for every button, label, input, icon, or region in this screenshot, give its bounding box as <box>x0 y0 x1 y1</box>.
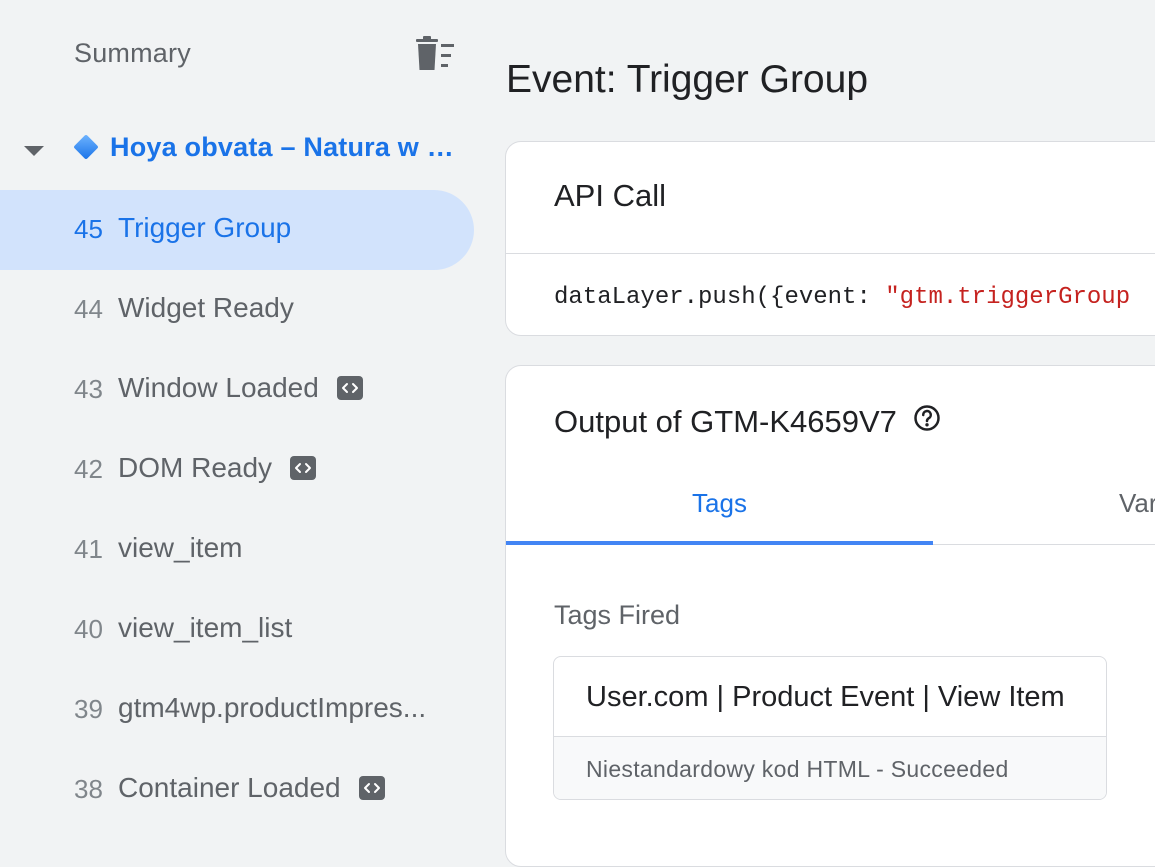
diamond-icon <box>73 134 99 160</box>
code-icon <box>290 455 317 480</box>
code-prefix: dataLayer.push({event: <box>554 284 886 311</box>
help-circle-icon[interactable] <box>913 404 941 440</box>
tags-fired-label: Tags Fired <box>554 600 681 630</box>
fired-tag-card[interactable]: User.com | Product Event | View Item Nie… <box>553 656 1107 800</box>
tag-status: Niestandardowy kod HTML - Succeeded <box>586 756 1009 782</box>
tag-name: User.com | Product Event | View Item <box>586 681 1065 713</box>
event-name-wrap: view_item <box>118 532 242 564</box>
event-number: 39 <box>74 694 103 724</box>
event-number: 41 <box>74 534 103 564</box>
event-item[interactable]: 42 DOM Ready <box>0 430 474 510</box>
event-name: gtm4wp.productImpres... <box>118 692 427 723</box>
page-node[interactable]: Hoya obvata – Natura w Domu <box>0 128 470 172</box>
event-name-wrap: gtm4wp.productImpres... <box>118 692 426 724</box>
summary-row[interactable]: Summary <box>74 36 464 76</box>
event-list: 45 Trigger Group 44 Widget Ready 43 Window Lo… <box>0 190 480 830</box>
divider <box>506 253 1155 254</box>
event-item[interactable]: 44 Widget Ready <box>0 270 474 350</box>
tab-variables-label: Var <box>1119 488 1155 518</box>
code-icon <box>358 775 385 800</box>
event-number: 45 <box>74 214 103 244</box>
event-name: Container Loaded <box>118 772 341 803</box>
summary-label: Summary <box>74 38 191 68</box>
output-tabs: Tags Var <box>506 474 1155 545</box>
page-title: Hoya obvata – Natura w Domu <box>110 132 460 162</box>
event-name-wrap: DOM Ready <box>118 452 317 484</box>
tab-variables[interactable]: Var <box>1119 474 1155 544</box>
event-item[interactable]: 39 gtm4wp.productImpres... <box>0 670 474 750</box>
event-item[interactable]: 38 Container Loaded <box>0 750 474 830</box>
event-item[interactable]: 41 view_item <box>0 510 474 590</box>
code-icon <box>336 375 363 400</box>
event-number: 40 <box>74 614 103 644</box>
event-name-wrap: Trigger Group <box>118 212 291 244</box>
event-number: 38 <box>74 774 103 804</box>
event-name: Window Loaded <box>118 372 319 403</box>
divider <box>554 736 1106 737</box>
output-heading-text: Output of GTM-K4659V7 <box>554 404 897 439</box>
event-name: DOM Ready <box>118 452 273 483</box>
api-call-card: API Call dataLayer.push({event: "gtm.tri… <box>505 141 1155 336</box>
api-call-code: dataLayer.push({event: "gtm.triggerGroup <box>554 284 1130 311</box>
event-name: Widget Ready <box>118 292 294 323</box>
api-call-heading: API Call <box>554 178 666 213</box>
event-name: Trigger Group <box>118 212 292 243</box>
tab-tags[interactable]: Tags <box>506 474 933 545</box>
output-card: Output of GTM-K4659V7 Tags Var Tags Fire… <box>505 365 1155 867</box>
sidebar: Summary Hoya obvata – Natura w Domu 45 Tr… <box>0 0 480 827</box>
tab-tags-label: Tags <box>692 488 747 518</box>
event-item[interactable]: 45 Trigger Group <box>0 190 474 270</box>
code-string: "gtm.triggerGroup <box>885 284 1131 311</box>
event-number: 43 <box>74 374 103 404</box>
event-item[interactable]: 40 view_item_list <box>0 590 474 670</box>
event-name-wrap: view_item_list <box>118 612 292 644</box>
event-name-wrap: Widget Ready <box>118 292 294 324</box>
event-name: view_item <box>118 532 243 563</box>
caret-down-icon[interactable] <box>24 146 44 156</box>
event-name-wrap: Window Loaded <box>118 372 363 404</box>
event-name: view_item_list <box>118 612 293 643</box>
event-number: 44 <box>74 294 103 324</box>
event-name-wrap: Container Loaded <box>118 772 385 804</box>
event-title: Event: Trigger Group <box>506 58 869 101</box>
delete-sweep-icon[interactable] <box>414 36 456 72</box>
event-number: 42 <box>74 454 103 484</box>
output-heading: Output of GTM-K4659V7 <box>554 404 941 442</box>
event-item[interactable]: 43 Window Loaded <box>0 350 474 430</box>
